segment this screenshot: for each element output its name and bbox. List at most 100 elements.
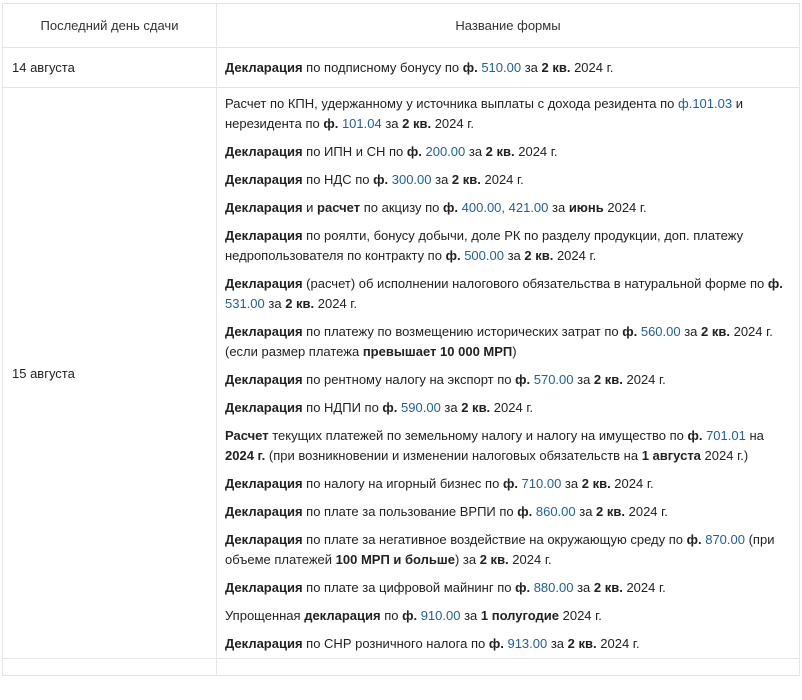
form-text: расчет <box>317 200 361 215</box>
form-item: Декларация и расчет по акцизу по ф. 400.… <box>225 198 787 218</box>
form-text: 2 кв. <box>701 324 730 339</box>
form-text: 2 кв. <box>541 59 571 75</box>
form-text: Декларация <box>225 532 303 547</box>
form-text: 2024 г. <box>610 476 654 491</box>
form-text: Декларация <box>225 372 303 387</box>
form-number-link[interactable]: 510.00 <box>478 60 521 75</box>
form-text: 2024 г. <box>480 172 524 187</box>
form-text: за <box>575 504 597 519</box>
form-text: 2 кв. <box>485 144 515 159</box>
table-row <box>2 658 800 676</box>
form-text: ф. <box>488 636 504 651</box>
form-text: 1 полугодие <box>480 608 559 623</box>
form-text: кв. <box>578 636 597 651</box>
form-number-link[interactable]: 560.00 <box>637 324 681 339</box>
form-text: ф. <box>515 372 531 387</box>
form-number-link[interactable]: 570.00 <box>530 372 574 387</box>
form-text: по акцизу по <box>360 200 444 215</box>
form-text: 2024 г. <box>596 636 640 651</box>
form-number-link[interactable]: 870.00 <box>702 532 745 547</box>
form-text: ф. <box>462 59 478 75</box>
form-number-link[interactable]: 590.00 <box>397 400 441 415</box>
form-text: 100 МРП и больше <box>335 552 455 567</box>
form-text: 2 кв. <box>596 504 625 519</box>
form-text: ) за <box>454 552 480 567</box>
form-text: за <box>548 200 569 215</box>
form-text: и <box>302 200 318 215</box>
form-item: Расчет по КПН, удержанному у источника в… <box>225 94 787 134</box>
form-text: по рентному налогу на экспорт по <box>302 372 516 387</box>
form-text: июнь <box>568 200 604 215</box>
form-text: за <box>680 324 702 339</box>
form-text: 2024 г. <box>559 608 602 623</box>
form-text: 2024 г. <box>514 144 558 159</box>
form-text: Декларация <box>225 144 303 159</box>
form-text: Расчет по КПН, удержанному у источника в… <box>225 96 679 111</box>
form-text: ф. <box>686 532 702 547</box>
form-text: за <box>573 580 594 595</box>
form-text: за <box>460 608 481 623</box>
form-text: Декларация <box>225 276 303 291</box>
empty-cell <box>2 658 217 676</box>
form-text: 2024 г. <box>431 116 475 131</box>
form-number-link[interactable]: 913.00 <box>504 636 547 651</box>
form-text: 2 <box>567 636 575 651</box>
form-item: Декларация по роялти, бонусу добычи, дол… <box>225 226 787 266</box>
form-number-link[interactable]: 300.00 <box>388 172 432 187</box>
form-number-link[interactable]: 500.00 <box>461 248 504 263</box>
form-text: 2024 г. <box>622 580 666 595</box>
form-text: текущих платежей по земельному налогу и … <box>268 428 688 443</box>
form-text: 2024 г. <box>490 400 534 415</box>
form-text: 2024 г. <box>225 448 266 463</box>
form-text: 2024 г.) <box>700 448 749 463</box>
form-number-link[interactable]: ф.101.03 <box>678 96 732 111</box>
form-text: 2024 г. <box>570 59 614 75</box>
form-text: Упрощенная <box>225 608 305 623</box>
form-text: ф. <box>373 172 389 187</box>
table-row: 15 августа Расчет по КПН, удержанному у … <box>2 87 800 659</box>
form-text: 2 кв. <box>402 116 432 131</box>
form-item: Декларация по НДС по ф. 300.00 за 2 кв. … <box>225 170 787 190</box>
form-item: Декларация по плате за пользование ВРПИ … <box>225 502 787 522</box>
form-text: ф. <box>382 400 398 415</box>
form-text: 2024 г. <box>553 248 597 263</box>
form-text: ф. <box>323 116 339 131</box>
header-deadline: Последний день сдачи <box>2 3 217 48</box>
form-item: Декларация по ИПН и СН по ф. 200.00 за 2… <box>225 142 787 162</box>
form-number-link[interactable]: 200.00 <box>422 144 465 159</box>
form-text: по ИПН и СН по <box>302 144 407 159</box>
form-text: 2024 г. <box>622 372 666 387</box>
form-text: ф. <box>767 276 783 291</box>
form-text: Декларация <box>225 400 303 415</box>
form-number-link[interactable]: 710.00 <box>518 476 562 491</box>
form-number-link[interactable]: 531.00 <box>225 296 265 311</box>
form-text: Декларация <box>225 476 303 491</box>
form-text: по платежу по возмещению исторических за… <box>302 324 623 339</box>
form-text: декларация <box>304 608 381 623</box>
form-text: Декларация <box>225 228 303 243</box>
form-text: 2 кв. <box>524 248 554 263</box>
empty-cell <box>216 658 800 676</box>
form-text: ф. <box>406 144 422 159</box>
form-text: 2 кв. <box>581 476 611 491</box>
form-text: 2 кв. <box>461 400 491 415</box>
form-number-link[interactable]: 860.00 <box>532 504 576 519</box>
form-number-link[interactable]: 701.01 <box>702 428 746 443</box>
form-number-link[interactable]: 910.00 <box>417 608 461 623</box>
form-text: ф. <box>402 608 418 623</box>
form-text: Декларация <box>225 636 303 651</box>
form-text: за <box>521 59 542 75</box>
header-form-name: Название формы <box>216 3 800 48</box>
form-text: 2024 г. <box>625 504 668 519</box>
form-text: (при возникновении и изменении налоговых… <box>265 448 642 463</box>
form-text: за <box>561 476 582 491</box>
form-number-link[interactable]: 880.00 <box>530 580 574 595</box>
form-text: ф. <box>517 504 533 519</box>
form-text: Декларация <box>225 200 303 215</box>
form-text: по плате за негативное воздействие на ок… <box>302 532 687 547</box>
form-text: за <box>573 372 594 387</box>
form-number-link[interactable]: 400.00, 421.00 <box>458 200 549 215</box>
form-number-link[interactable]: 101.04 <box>338 116 382 131</box>
form-text: по плате за пользование ВРПИ по <box>302 504 518 519</box>
form-item: Декларация по подписному бонусу по ф. 51… <box>225 58 787 78</box>
